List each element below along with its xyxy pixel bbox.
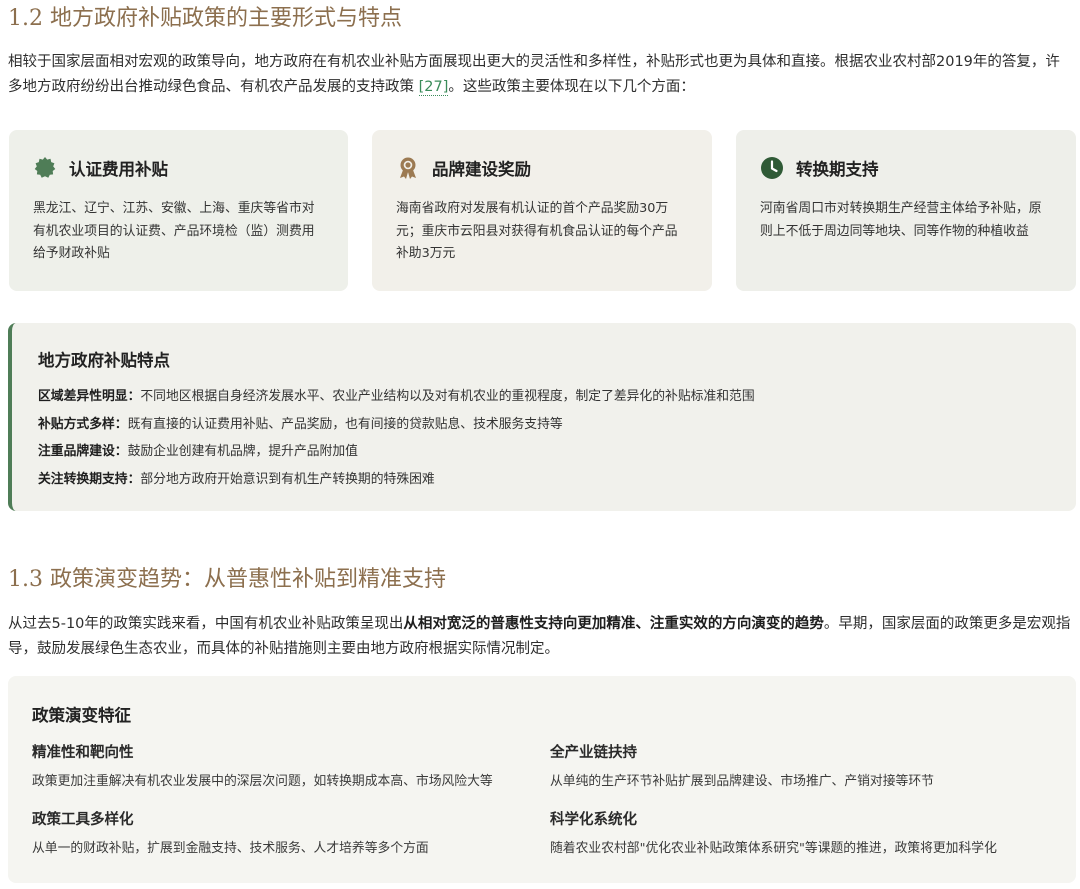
evolution-item-title: 全产业链扶持 <box>550 745 637 761</box>
feature-label: 区域差异性明显： <box>38 389 141 404</box>
card-certification-subsidy: 认证费用补贴 黑龙江、辽宁、江苏、安徽、上海、重庆等省市对有机农业项目的认证费、… <box>9 130 348 291</box>
feature-item: 补贴方式多样：既有直接的认证费用补贴、产品奖励，也有间接的贷款贴息、技术服务支持… <box>38 411 1052 439</box>
intro-paragraph: 相较于国家层面相对宏观的政策导向，地方政府在有机农业补贴方面展现出更大的灵活性和… <box>8 50 1072 100</box>
feature-item: 注重品牌建设：鼓励企业创建有机品牌，提升产品附加值 <box>38 438 1052 466</box>
evolution-item: 精准性和靶向性 政策更加注重解决有机农业发展中的深层次问题，如转换期成本高、市场… <box>32 742 542 792</box>
feature-text: 既有直接的认证费用补贴、产品奖励，也有间接的贷款贴息、技术服务支持等 <box>127 416 563 432</box>
card-title: 转换期支持 <box>796 160 879 179</box>
card-title: 认证费用补贴 <box>69 160 168 179</box>
evolution-item-title: 精准性和靶向性 <box>32 745 134 761</box>
card-body: 黑龙江、辽宁、江苏、安徽、上海、重庆等省市对有机农业项目的认证费、产品环境检（监… <box>33 201 315 261</box>
feature-label: 关注转换期支持： <box>38 471 141 487</box>
citation-link[interactable]: [27] <box>418 79 449 96</box>
evolution-item: 政策工具多样化 从单一的财政补贴，扩展到金融支持、技术服务、人才培养等多个方面 <box>32 809 542 859</box>
section-heading-1-3: 1.3 政策演变趋势：从普惠性补贴到精准支持 <box>8 567 446 592</box>
features-title: 地方政府补贴特点 <box>38 351 170 370</box>
section-heading-1-2: 1.2 地方政府补贴政策的主要形式与特点 <box>8 6 402 31</box>
evolution-item: 科学化系统化 随着农业农村部"优化农业补贴政策体系研究"等课题的推进，政策将更加… <box>550 809 1060 859</box>
award-ribbon-icon <box>396 156 420 180</box>
card-body: 海南省政府对发展有机认证的首个产品奖励30万元；重庆市云阳县对获得有机食品认证的… <box>396 201 678 261</box>
trend-emphasis: 从相对宽泛的普惠性支持向更加精准、注重实效的方向演变的趋势 <box>403 616 824 632</box>
card-body: 河南省周口市对转换期生产经营主体给予补贴，原则上不低于周边同等地块、同等作物的种… <box>760 201 1042 239</box>
feature-text: 部分地方政府开始意识到有机生产转换期的特殊困难 <box>140 471 435 487</box>
certificate-badge-icon <box>33 156 57 180</box>
policy-evolution-box: 政策演变特征 精准性和靶向性 政策更加注重解决有机农业发展中的深层次问题，如转换… <box>8 676 1076 883</box>
intro-text-end: 。这些政策主要体现在以下几个方面： <box>448 79 695 95</box>
evolution-item-title: 科学化系统化 <box>550 812 637 828</box>
local-subsidy-features-box: 地方政府补贴特点 区域差异性明显：不同地区根据自身经济发展水平、农业产业结构以及… <box>8 323 1076 511</box>
trend-text: 从过去5-10年的政策实践来看，中国有机农业补贴政策呈现出 <box>8 616 404 632</box>
evolution-item-title: 政策工具多样化 <box>32 812 134 828</box>
feature-item: 关注转换期支持：部分地方政府开始意识到有机生产转换期的特殊困难 <box>38 466 1052 494</box>
feature-text: 鼓励企业创建有机品牌，提升产品附加值 <box>127 444 358 459</box>
feature-text: 不同地区根据自身经济发展水平、农业产业结构以及对有机农业的重视程度，制定了差异化… <box>140 389 755 404</box>
feature-label: 补贴方式多样： <box>38 416 128 432</box>
evolution-item-desc: 政策更加注重解决有机农业发展中的深层次问题，如转换期成本高、市场风险大等 <box>32 774 493 789</box>
card-title: 品牌建设奖励 <box>432 160 531 179</box>
evolution-item-desc: 从单一的财政补贴，扩展到金融支持、技术服务、人才培养等多个方面 <box>32 841 429 856</box>
trend-paragraph: 从过去5-10年的政策实践来看，中国有机农业补贴政策呈现出从相对宽泛的普惠性支持… <box>8 612 1072 662</box>
clock-icon <box>760 156 784 180</box>
card-brand-reward: 品牌建设奖励 海南省政府对发展有机认证的首个产品奖励30万元；重庆市云阳县对获得… <box>372 130 712 291</box>
evolution-title: 政策演变特征 <box>32 706 131 725</box>
feature-label: 注重品牌建设： <box>38 444 128 459</box>
card-conversion-support: 转换期支持 河南省周口市对转换期生产经营主体给予补贴，原则上不低于周边同等地块、… <box>736 130 1076 291</box>
feature-item: 区域差异性明显：不同地区根据自身经济发展水平、农业产业结构以及对有机农业的重视程… <box>38 383 1052 411</box>
evolution-item: 全产业链扶持 从单纯的生产环节补贴扩展到品牌建设、市场推广、产销对接等环节 <box>550 742 1060 792</box>
evolution-item-desc: 随着农业农村部"优化农业补贴政策体系研究"等课题的推进，政策将更加科学化 <box>550 841 997 856</box>
evolution-item-desc: 从单纯的生产环节补贴扩展到品牌建设、市场推广、产销对接等环节 <box>550 774 934 789</box>
